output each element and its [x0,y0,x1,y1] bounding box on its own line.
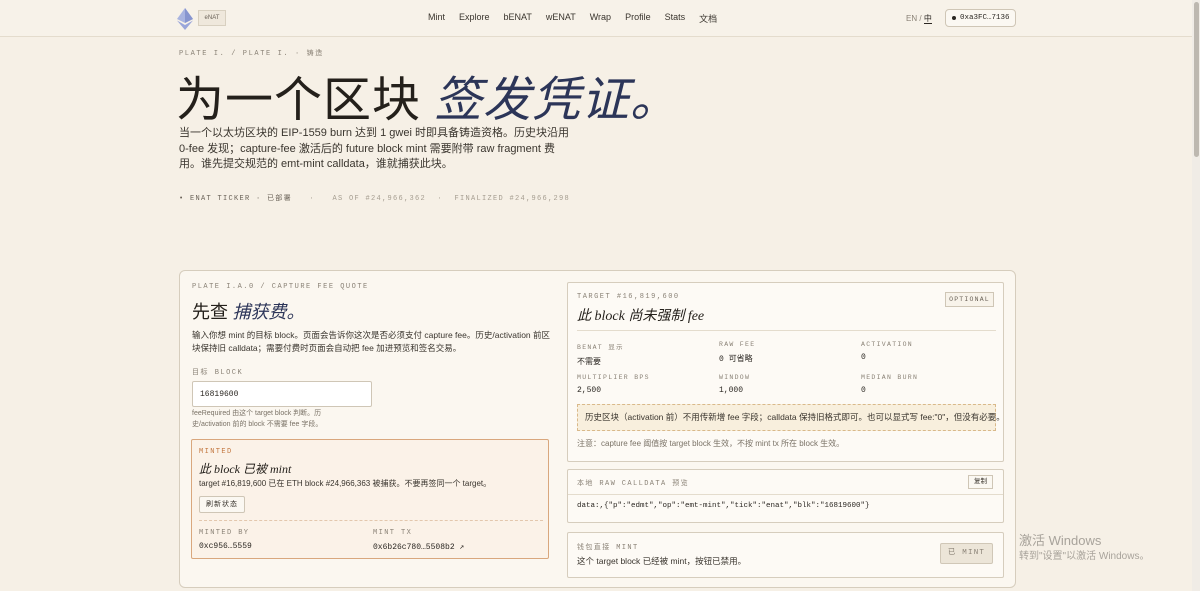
nav-explore[interactable]: Explore [459,12,490,25]
calldata-text[interactable]: data:,{"p":"edmt","op":"emt-mint","tick"… [577,502,870,510]
wallet-address: 0xa3FC…7136 [960,14,1010,22]
copy-button[interactable]: 复制 [968,475,993,489]
brand-chip[interactable]: eNAT [198,10,226,26]
minted-by-address[interactable]: 0xc956…5559 [199,542,252,551]
top-nav-bar: eNAT Mint Explore bENAT wENAT Wrap Profi… [0,0,1192,37]
stat-activation: ACTIVATION 0 [861,341,1001,362]
wallet-button[interactable]: 0xa3FC…7136 [945,9,1016,27]
minted-description: target #16,819,600 已在 ETH block #24,966,… [199,479,492,488]
stat-window: WINDOW 1,000 [719,374,859,395]
target-block-hint: feeRequired 由这个 target block 判断。历史/activ… [192,410,323,428]
language-switch: EN / 中 [906,13,932,24]
hero-plate-label: PLATE I. / PLATE I. · 铸造 [179,50,324,58]
optional-badge: OPTIONAL [945,292,994,307]
stat-value: 0 可省略 [719,355,753,364]
stat-value: 0 [861,386,866,395]
lang-separator: / [919,14,922,23]
fee-quote-card: TARGET #16,819,600 此 block 尚未强制 fee OPTI… [567,282,1005,462]
nav-wenat[interactable]: wENAT [546,12,576,25]
capture-title: 先查 捕获费。 [192,298,305,324]
quote-title: 此 block 尚未强制 fee [577,309,705,324]
lang-en[interactable]: EN [906,14,917,23]
stat-label: MEDIAN BURN [861,374,919,381]
nav-stats[interactable]: Stats [665,12,686,25]
ticker-separator: · [437,195,444,203]
ticker-separator: · [309,195,315,203]
stat-median-burn: MEDIAN BURN 0 [861,374,1001,395]
mint-panel: PLATE I.A.0 / CAPTURE FEE QUOTE 先查 捕获费。 … [179,270,1016,588]
calldata-divider [568,494,1003,495]
minted-divider [199,520,543,521]
quote-target-label: TARGET #16,819,600 [577,293,680,301]
capture-title-emphasis: 捕获费。 [232,302,305,322]
stat-value: 不需要 [577,357,601,366]
stat-label: BENAT 显示 [577,344,624,351]
minted-title: 此 block 已被 mint [199,462,292,476]
stat-value: 1,000 [719,386,744,395]
main-nav: Mint Explore bENAT wENAT Wrap Profile St… [428,12,717,25]
stat-label: RAW FEE [719,341,756,348]
ticker-status-row: • ENAT TICKER · 已部署 · AS OF #24,966,362 … [179,193,570,203]
target-block-label: 目标 BLOCK [192,369,244,377]
nav-wrap[interactable]: Wrap [590,12,611,25]
page-title-plain: 为一个区块 [176,74,435,127]
page-title-emphasis: 签发凭证。 [434,74,680,127]
mint-button-disabled[interactable]: 已 MINT [940,543,993,564]
mint-tx-label: MINT TX [373,529,413,537]
stat-label: MULTIPLIER BPS [577,374,650,381]
nav-mint[interactable]: Mint [428,12,445,25]
mint-tx-link[interactable]: 0x6b26c780…5508b2 ↗ [373,542,464,552]
quote-divider [577,330,996,331]
minted-badge: MINTED [199,448,233,456]
capture-fee-quote-section: PLATE I.A.0 / CAPTURE FEE QUOTE 先查 捕获费。 … [180,271,565,587]
stat-label: ACTIVATION [861,341,914,348]
minted-status-card: MINTED 此 block 已被 mint target #16,819,60… [191,439,549,559]
page-scrollbar[interactable] [1192,0,1200,591]
as-of-block: AS OF #24,966,362 [332,195,426,203]
stat-value: 2,500 [577,386,602,395]
fee-note-callout: 历史区块（activation 前）不用传新增 fee 字段；calldata … [577,404,1005,431]
wallet-mint-description: 这个 target block 已经被 mint，按钮已禁用。 [577,556,747,566]
refresh-status-button[interactable]: 刷新状态 [199,496,245,513]
hero-description: 当一个以太坊区块的 EIP-1559 burn 达到 1 gwei 时即具备铸造… [179,127,569,170]
fee-footnote: 注意：capture fee 阈值按 target block 生效，不按 mi… [577,439,845,448]
lang-zh[interactable]: 中 [923,14,932,24]
stat-multiplier-bps: MULTIPLIER BPS 2,500 [577,374,717,395]
stat-benat-display: BENAT 显示 不需要 [577,341,717,367]
ethereum-logo-icon[interactable] [176,8,194,30]
wallet-status-dot-icon [952,16,956,20]
scrollbar-thumb[interactable] [1194,2,1199,157]
calldata-preview-card: 本地 RAW CALLDATA 预览 复制 data:,{"p":"edmt",… [567,469,1004,523]
calldata-label: 本地 RAW CALLDATA 预览 [577,480,690,488]
page-title: 为一个区块 签发凭证。 [176,60,679,130]
stat-label: WINDOW [719,374,751,381]
capture-title-plain: 先查 [192,302,233,322]
wallet-mint-card: 钱包直接 MINT 这个 target block 已经被 mint，按钮已禁用… [567,532,1004,578]
wallet-mint-label: 钱包直接 MINT [577,544,639,552]
ticker-deployed: • ENAT TICKER · 已部署 [179,195,292,203]
stat-raw-fee: RAW FEE 0 可省略 [719,341,859,364]
nav-benat[interactable]: bENAT [504,12,532,25]
nav-profile[interactable]: Profile [625,12,651,25]
finalized-block: FINALIZED #24,966,298 [454,195,571,203]
stat-value: 0 [861,353,866,362]
minted-by-label: MINTED BY [199,529,250,537]
windows-activation-hint: 转到"设置"以激活 Windows。 [1019,551,1150,562]
target-block-input[interactable] [192,381,372,407]
capture-description: 输入你想 mint 的目标 block。页面会告诉你这次是否必须支付 captu… [192,330,551,353]
nav-docs[interactable]: 文档 [699,12,717,25]
capture-plate-label: PLATE I.A.0 / CAPTURE FEE QUOTE [192,283,369,291]
